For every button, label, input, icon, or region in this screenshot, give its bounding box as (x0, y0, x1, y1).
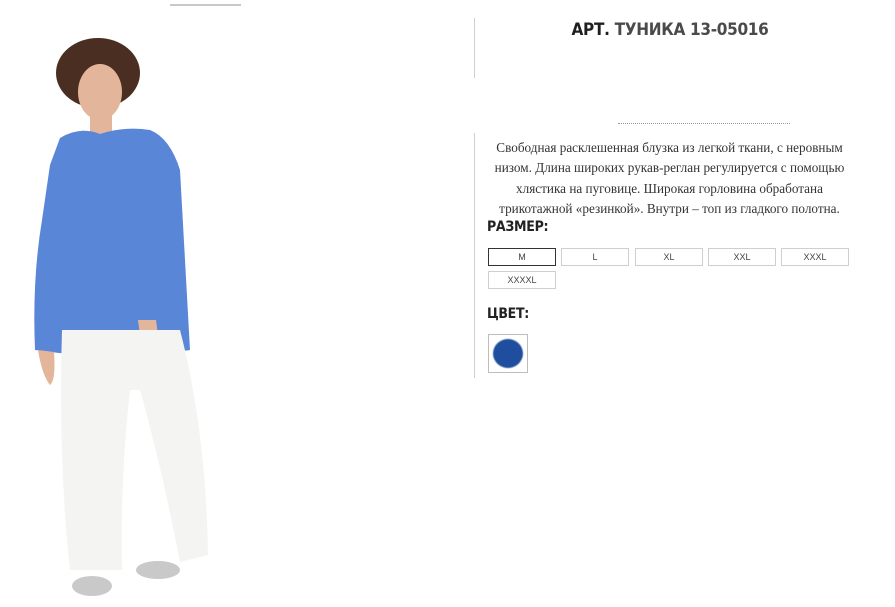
tunic (34, 128, 190, 355)
pants (61, 330, 208, 570)
product-photo (34, 38, 208, 596)
size-option-l[interactable]: L (561, 248, 629, 266)
size-option-m[interactable]: M (488, 248, 556, 266)
product-title-name: ТУНИКА 13-05016 (614, 20, 769, 40)
image-tab-indicator[interactable] (170, 4, 241, 6)
product-title-prefix: АРТ. (571, 20, 610, 40)
model-right-shoe (136, 561, 180, 579)
product-title: АРТ. ТУНИКА 13-05016 (500, 20, 840, 40)
product-description: Свободная расклешенная блузка из легкой … (494, 140, 845, 217)
size-option-xxxl[interactable]: XXXL (781, 248, 849, 266)
size-option-xxl[interactable]: XXL (708, 248, 776, 266)
model-left-arm (38, 350, 55, 385)
color-swatch-button[interactable] (488, 334, 528, 373)
size-option-xxxxl[interactable]: XXXXL (488, 271, 556, 289)
color-swatch (493, 339, 523, 368)
column-divider-bottom (474, 133, 475, 378)
column-divider-top (474, 18, 475, 78)
model-left-shoe (72, 576, 112, 596)
dotted-separator (618, 123, 790, 124)
size-option-xl[interactable]: XL (635, 248, 703, 266)
color-label: ЦВЕТ: (487, 306, 530, 322)
model-face (78, 64, 122, 120)
size-label: РАЗМЕР: (487, 219, 549, 235)
